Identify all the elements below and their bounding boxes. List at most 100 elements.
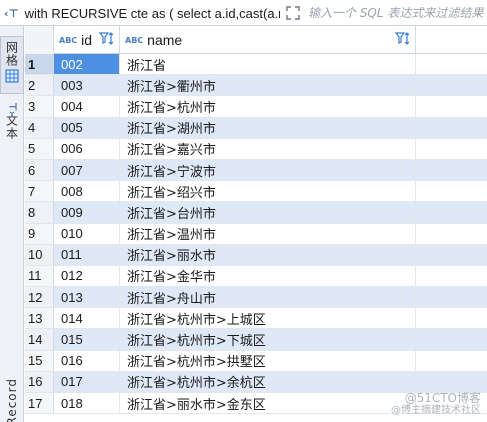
row-number[interactable]: 10 bbox=[25, 244, 54, 265]
empty-cell[interactable] bbox=[416, 287, 487, 308]
select-all-corner[interactable] bbox=[25, 26, 54, 54]
row-number[interactable]: 7 bbox=[25, 181, 54, 202]
table-row[interactable]: 12 013 浙江省>舟山市 bbox=[25, 287, 487, 309]
tab-text-label: 文本 bbox=[4, 114, 19, 141]
empty-cell[interactable] bbox=[416, 202, 487, 223]
row-number[interactable]: 8 bbox=[25, 202, 54, 223]
column-header-id[interactable]: ABC id bbox=[54, 26, 120, 54]
expand-icon[interactable] bbox=[284, 4, 302, 22]
table-row[interactable]: 15 016 浙江省>杭州市>拱墅区 bbox=[25, 350, 487, 372]
empty-cell[interactable] bbox=[416, 371, 487, 392]
tab-record[interactable]: Record bbox=[0, 378, 24, 422]
table-row[interactable]: 2 003 浙江省>衢州市 bbox=[25, 75, 487, 97]
empty-cell[interactable] bbox=[416, 224, 487, 244]
tab-grid[interactable]: 网格 bbox=[0, 36, 24, 94]
empty-cell[interactable] bbox=[416, 266, 487, 286]
cell-id[interactable]: 005 bbox=[54, 117, 120, 138]
table-row[interactable]: 8 009 浙江省>台州市 bbox=[25, 202, 487, 224]
cell-id[interactable]: 007 bbox=[54, 159, 120, 181]
cell-name[interactable]: 浙江省>衢州市 bbox=[120, 75, 416, 96]
grid-icon bbox=[5, 69, 19, 86]
cell-name[interactable]: 浙江省>丽水市 bbox=[120, 244, 416, 265]
cell-name[interactable]: 浙江省>杭州市 bbox=[120, 96, 416, 117]
cell-id[interactable]: 002 bbox=[54, 54, 120, 75]
cell-id[interactable]: 011 bbox=[54, 244, 120, 265]
empty-cell[interactable] bbox=[416, 54, 487, 74]
empty-cell[interactable] bbox=[416, 244, 487, 265]
empty-cell[interactable] bbox=[416, 351, 487, 371]
column-header-name[interactable]: ABC name bbox=[120, 26, 416, 54]
filter-sort-icon[interactable] bbox=[98, 31, 115, 50]
cell-name[interactable]: 浙江省>绍兴市 bbox=[120, 181, 416, 202]
text-type-icon: ABC bbox=[59, 35, 78, 45]
cell-id[interactable]: 006 bbox=[54, 138, 120, 159]
cell-name[interactable]: 浙江省>嘉兴市 bbox=[120, 138, 416, 159]
row-number[interactable]: 14 bbox=[25, 329, 54, 350]
watermark-line1: @51CTO博客 bbox=[404, 390, 481, 405]
cell-name[interactable]: 浙江省>宁波市 bbox=[120, 159, 416, 181]
watermark: @51CTO博客 @博主摘建技术社区 bbox=[391, 391, 481, 417]
table-row[interactable]: 13 014 浙江省>杭州市>上城区 bbox=[25, 308, 487, 330]
cell-name[interactable]: 浙江省>杭州市>余杭区 bbox=[120, 371, 416, 392]
cell-id[interactable]: 009 bbox=[54, 202, 120, 223]
empty-cell[interactable] bbox=[416, 159, 487, 181]
cell-id[interactable]: 016 bbox=[54, 350, 120, 371]
row-number[interactable]: 3 bbox=[25, 96, 54, 117]
cell-id[interactable]: 014 bbox=[54, 308, 120, 329]
cell-name[interactable]: 浙江省>金华市 bbox=[120, 265, 416, 287]
table-row[interactable]: 10 011 浙江省>丽水市 bbox=[25, 244, 487, 266]
row-number[interactable]: 2 bbox=[25, 75, 54, 96]
table-row[interactable]: 3 004 浙江省>杭州市 bbox=[25, 96, 487, 118]
cell-id[interactable]: 015 bbox=[54, 329, 120, 350]
cell-name[interactable]: 浙江省>杭州市>下城区 bbox=[120, 329, 416, 350]
table-row[interactable]: 7 008 浙江省>绍兴市 bbox=[25, 181, 487, 203]
empty-cell[interactable] bbox=[416, 181, 487, 201]
query-text-box[interactable]: ‹⊤ with RECURSIVE cte as ( select a.id,c… bbox=[0, 0, 280, 26]
table-row[interactable]: 1 002 浙江省 bbox=[25, 54, 487, 76]
table-row[interactable]: 11 012 浙江省>金华市 bbox=[25, 265, 487, 288]
empty-cell[interactable] bbox=[416, 96, 487, 116]
empty-cell[interactable] bbox=[416, 75, 487, 96]
cell-name[interactable]: 浙江省>丽水市>金东区 bbox=[120, 393, 416, 414]
tab-text[interactable]: ⊤› 文本 bbox=[0, 100, 24, 148]
table-row[interactable]: 5 006 浙江省>嘉兴市 bbox=[25, 138, 487, 160]
cell-name[interactable]: 浙江省>杭州市>拱墅区 bbox=[120, 350, 416, 371]
cell-name[interactable]: 浙江省>温州市 bbox=[120, 223, 416, 244]
row-number[interactable]: 6 bbox=[25, 159, 54, 181]
row-number[interactable]: 5 bbox=[25, 138, 54, 159]
row-number[interactable]: 17 bbox=[25, 393, 54, 414]
row-number[interactable]: 1 bbox=[25, 54, 54, 75]
table-row[interactable]: 9 010 浙江省>温州市 bbox=[25, 223, 487, 245]
table-row[interactable]: 4 005 浙江省>湖州市 bbox=[25, 117, 487, 139]
cell-id[interactable]: 010 bbox=[54, 223, 120, 244]
cell-name[interactable]: 浙江省 bbox=[120, 54, 416, 75]
empty-cell[interactable] bbox=[416, 308, 487, 328]
cell-name[interactable]: 浙江省>舟山市 bbox=[120, 287, 416, 308]
sql-text-icon: ‹⊤ bbox=[4, 6, 19, 20]
cell-id[interactable]: 013 bbox=[54, 287, 120, 308]
row-number[interactable]: 11 bbox=[25, 265, 54, 287]
filter-input[interactable] bbox=[306, 2, 487, 24]
row-number[interactable]: 13 bbox=[25, 308, 54, 329]
cell-name[interactable]: 浙江省>杭州市>上城区 bbox=[120, 308, 416, 329]
row-number[interactable]: 9 bbox=[25, 223, 54, 244]
cell-name[interactable]: 浙江省>台州市 bbox=[120, 202, 416, 223]
cell-id[interactable]: 003 bbox=[54, 75, 120, 96]
cell-id[interactable]: 008 bbox=[54, 181, 120, 202]
row-number[interactable]: 15 bbox=[25, 350, 54, 371]
cell-id[interactable]: 018 bbox=[54, 393, 120, 414]
cell-id[interactable]: 004 bbox=[54, 96, 120, 117]
table-row[interactable]: 14 015 浙江省>杭州市>下城区 bbox=[25, 329, 487, 351]
cell-name[interactable]: 浙江省>湖州市 bbox=[120, 117, 416, 138]
cell-id[interactable]: 017 bbox=[54, 371, 120, 392]
empty-cell[interactable] bbox=[416, 117, 487, 138]
column-name-id: id bbox=[81, 32, 93, 48]
empty-cell[interactable] bbox=[416, 139, 487, 159]
table-row[interactable]: 6 007 浙江省>宁波市 bbox=[25, 159, 487, 182]
row-number[interactable]: 16 bbox=[25, 371, 54, 392]
filter-sort-icon[interactable] bbox=[394, 31, 411, 50]
cell-id[interactable]: 012 bbox=[54, 265, 120, 287]
empty-cell[interactable] bbox=[416, 329, 487, 350]
row-number[interactable]: 12 bbox=[25, 287, 54, 308]
row-number[interactable]: 4 bbox=[25, 117, 54, 138]
